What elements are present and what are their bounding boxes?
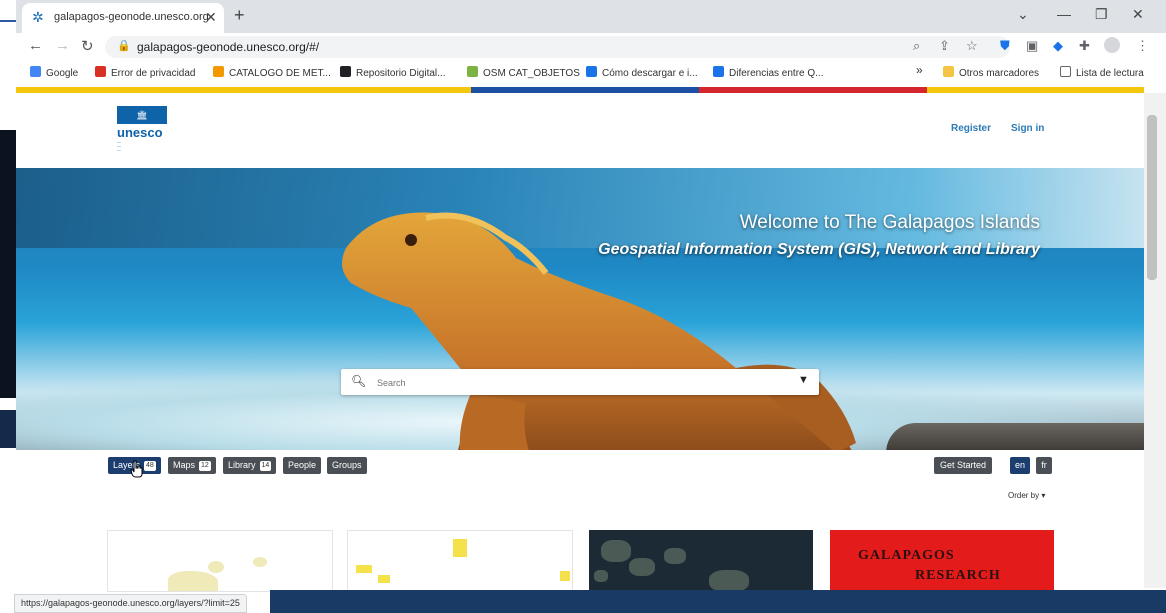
forward-arrow-icon[interactable]: → xyxy=(55,37,70,54)
people-button[interactable]: People xyxy=(283,457,322,474)
extension-b-icon[interactable]: ▣ xyxy=(1026,38,1038,54)
unesco-favicon-icon: ✲ xyxy=(32,9,44,25)
library-button[interactable]: Library 14 xyxy=(223,457,277,474)
bookmarks-overflow-button[interactable]: » xyxy=(916,63,923,77)
tab-title: galapagos-geonode.unesco.org xyxy=(54,11,209,23)
library-count-badge: 14 xyxy=(259,461,272,471)
address-bar[interactable]: 🔒 galapagos-geonode.unesco.org/#/ xyxy=(105,36,1010,58)
search-bar: 🔍︎ ▼ xyxy=(341,369,819,395)
bookmark-favicon-icon xyxy=(213,66,224,77)
filter-funnel-icon[interactable]: ▼ xyxy=(798,374,809,386)
bookmark-favicon-icon xyxy=(586,66,597,77)
bookmark-favicon-icon xyxy=(340,66,351,77)
temple-emblem-icon: 🏛 xyxy=(117,106,167,124)
search-input[interactable] xyxy=(375,373,779,392)
flag-stripe xyxy=(16,87,1144,93)
bookmark-item[interactable]: CATALOGO DE MET... xyxy=(213,66,331,79)
logo-fine-print: — — — xyxy=(117,139,121,152)
bookmark-favicon-icon xyxy=(95,66,106,77)
document-card-thumbnail[interactable]: GALAPAGOS RESEARCH xyxy=(830,530,1054,590)
maps-count-badge: 12 xyxy=(199,461,211,471)
folder-icon xyxy=(943,66,954,77)
bookmark-item[interactable]: Cómo descargar e i... xyxy=(586,66,698,79)
browser-tab[interactable]: ✲ galapagos-geonode.unesco.org ✕ xyxy=(22,3,224,33)
reload-icon[interactable]: ↻ xyxy=(81,37,94,55)
scrollbar-thumb[interactable] xyxy=(1147,115,1157,280)
hero-subtitle: Geospatial Information System (GIS), Net… xyxy=(598,241,1040,258)
language-fr-button[interactable]: fr xyxy=(1036,457,1052,474)
close-window-icon[interactable]: ✕ xyxy=(1132,6,1144,23)
bookmark-item[interactable]: Google xyxy=(30,66,78,79)
rock xyxy=(886,423,1144,450)
background-window xyxy=(0,0,16,613)
extensions-puzzle-icon[interactable]: ✚ xyxy=(1079,38,1090,54)
lock-icon: 🔒 xyxy=(117,40,131,52)
other-bookmarks-folder[interactable]: Otros marcadores xyxy=(943,66,1039,79)
unesco-logo[interactable]: 🏛 unesco — — — xyxy=(117,106,167,154)
profile-avatar-icon[interactable] xyxy=(1104,37,1120,53)
hand-cursor-icon xyxy=(130,460,143,478)
bottom-band xyxy=(270,590,1166,613)
layers-count-badge: 48 xyxy=(144,461,156,471)
tab-close-icon[interactable]: ✕ xyxy=(205,9,217,26)
language-en-button[interactable]: en xyxy=(1010,457,1030,474)
get-started-button[interactable]: Get Started xyxy=(934,457,993,474)
address-url[interactable]: galapagos-geonode.unesco.org/#/ xyxy=(137,40,319,54)
bookmark-item[interactable]: Repositorio Digital... xyxy=(340,66,445,79)
hero-banner xyxy=(16,168,1144,450)
hero-title: Welcome to The Galapagos Islands xyxy=(739,212,1040,233)
order-by-dropdown[interactable]: Order by ▾ xyxy=(1008,491,1045,500)
google-icon xyxy=(30,66,41,77)
search-icon[interactable]: 🔍︎ xyxy=(351,374,366,388)
maps-button[interactable]: Maps 12 xyxy=(168,457,216,474)
restore-icon[interactable]: ❐ xyxy=(1095,6,1108,23)
minimize-icon[interactable]: — xyxy=(1057,6,1071,22)
bookmark-favicon-icon xyxy=(467,66,478,77)
bookmark-item[interactable]: Diferencias entre Q... xyxy=(713,66,823,79)
bookmark-item[interactable]: OSM CAT_OBJETOS xyxy=(467,66,580,79)
extension-a-icon[interactable]: ⛊ xyxy=(1000,38,1010,54)
status-url-bubble: https://galapagos-geonode.unesco.org/lay… xyxy=(14,594,247,613)
logo-wordmark: unesco xyxy=(117,125,163,140)
back-arrow-icon[interactable]: ← xyxy=(28,37,43,54)
extension-c-icon[interactable]: ◆ xyxy=(1053,38,1063,54)
register-link[interactable]: Register xyxy=(951,123,991,134)
bookmark-item[interactable]: Error de privacidad xyxy=(95,66,195,79)
groups-button[interactable]: Groups xyxy=(327,457,367,474)
zoom-icon[interactable]: ⌕ xyxy=(913,38,920,54)
sign-in-link[interactable]: Sign in xyxy=(1011,123,1044,134)
tab-search-chevron-icon[interactable]: ⌄ xyxy=(1017,6,1029,23)
reading-list-button[interactable]: Lista de lectura xyxy=(1060,66,1144,79)
layer-card-thumbnail[interactable] xyxy=(347,530,573,592)
new-tab-icon[interactable]: + xyxy=(234,5,245,26)
bookmark-favicon-icon xyxy=(713,66,724,77)
layer-card-thumbnail[interactable] xyxy=(107,530,333,592)
reading-list-icon xyxy=(1060,66,1071,77)
layer-card-thumbnail[interactable] xyxy=(589,530,813,590)
browser-menu-icon[interactable]: ⋮ xyxy=(1136,38,1149,54)
bookmark-star-icon[interactable]: ☆ xyxy=(966,38,978,54)
share-icon[interactable]: ⇪ xyxy=(939,38,950,54)
